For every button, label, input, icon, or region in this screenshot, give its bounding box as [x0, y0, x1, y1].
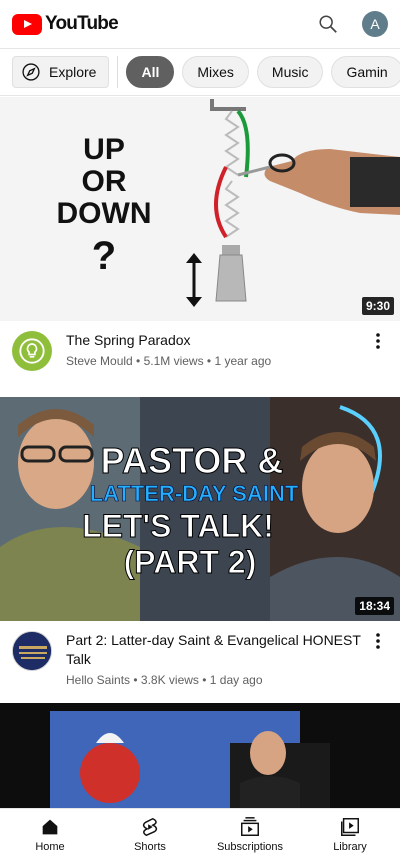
video-thumbnail[interactable] [0, 703, 400, 815]
kebab-menu-icon [376, 633, 380, 649]
video-title[interactable]: The Spring Paradox [66, 331, 368, 350]
nav-label: Library [333, 841, 367, 853]
logo-text: YouTube [45, 13, 119, 34]
chip-gaming[interactable]: Gamin [331, 56, 400, 88]
nav-subscriptions[interactable]: Subscriptions [200, 809, 300, 860]
thumb-text-line: ? [92, 234, 116, 278]
duration-badge: 18:34 [355, 597, 394, 615]
video-feed: UP OR DOWN ? 9:30 The Spring Paradox Ste… [0, 97, 400, 815]
nav-library[interactable]: Library [300, 809, 400, 860]
filter-chips-bar: Explore All Mixes Music Gamin [0, 48, 400, 96]
thumbnail-image [0, 703, 400, 815]
home-icon [42, 819, 58, 835]
library-icon [341, 818, 359, 836]
video-meta: The Spring Paradox Steve Mould • 5.1M vi… [0, 321, 400, 397]
video-stats: 3.8K views • 1 day ago [140, 673, 263, 687]
video-card[interactable]: UP OR DOWN ? 9:30 The Spring Paradox Ste… [0, 97, 400, 397]
chip-all[interactable]: All [126, 56, 175, 88]
more-options-button[interactable] [368, 631, 388, 703]
video-stats: 5.1M views • 1 year ago [143, 354, 272, 368]
video-title[interactable]: Part 2: Latter-day Saint & Evangelical H… [66, 631, 368, 669]
thumb-text-line: (PART 2) [124, 544, 257, 580]
video-subtitle: Steve Mould • 5.1M views • 1 year ago [66, 354, 272, 368]
chip-divider [117, 56, 119, 88]
thumbnail-image: UP OR DOWN ? [0, 97, 400, 321]
thumb-text-line: OR [82, 165, 127, 198]
more-options-button[interactable] [368, 331, 388, 397]
video-thumbnail[interactable]: UP OR DOWN ? 9:30 [0, 97, 400, 321]
thumbnail-image: PASTOR & LATTER-DAY SAINT LET'S TALK! (P… [0, 397, 400, 621]
channel-avatar[interactable] [12, 331, 52, 371]
youtube-logo[interactable]: YouTube [12, 13, 119, 35]
shorts-icon [142, 817, 158, 837]
thumb-text-line: LET'S TALK! [82, 508, 274, 544]
duration-badge: 9:30 [361, 297, 394, 315]
video-card[interactable]: PASTOR & LATTER-DAY SAINT LET'S TALK! (P… [0, 397, 400, 703]
channel-name: Hello Saints [66, 673, 131, 687]
compass-icon [22, 63, 40, 81]
channel-name: Steve Mould [66, 354, 133, 368]
nav-shorts[interactable]: Shorts [100, 809, 200, 860]
video-card[interactable] [0, 703, 400, 815]
nav-home[interactable]: Home [0, 809, 100, 860]
subscriptions-icon [241, 817, 259, 836]
nav-label: Subscriptions [216, 841, 284, 853]
search-button[interactable] [316, 12, 340, 36]
channel-avatar[interactable] [12, 631, 52, 671]
thumb-text-line: PASTOR & [101, 440, 284, 481]
video-subtitle: Hello Saints • 3.8K views • 1 day ago [66, 673, 263, 687]
kebab-menu-icon [376, 333, 380, 349]
thumb-text-line: DOWN [57, 197, 152, 230]
account-avatar[interactable]: A [362, 11, 388, 37]
nav-label: Shorts [134, 841, 166, 853]
youtube-play-icon [12, 13, 42, 35]
chip-music[interactable]: Music [256, 56, 324, 88]
video-thumbnail[interactable]: PASTOR & LATTER-DAY SAINT LET'S TALK! (P… [0, 397, 400, 621]
nav-label: Home [35, 841, 65, 853]
thumb-text-line: UP [83, 133, 125, 166]
video-meta: Part 2: Latter-day Saint & Evangelical H… [0, 621, 400, 703]
explore-button[interactable]: Explore [12, 56, 110, 88]
search-icon [319, 15, 337, 33]
book-of-mormon-avatar-icon [13, 632, 51, 670]
lightbulb-icon [19, 338, 45, 364]
bottom-navigation: Home Shorts Subscriptions Library [0, 808, 400, 860]
chip-mixes[interactable]: Mixes [182, 56, 249, 88]
explore-label: Explore [49, 64, 97, 80]
thumb-text-line: LATTER-DAY SAINT [90, 481, 299, 506]
top-app-bar: YouTube A [0, 0, 400, 48]
